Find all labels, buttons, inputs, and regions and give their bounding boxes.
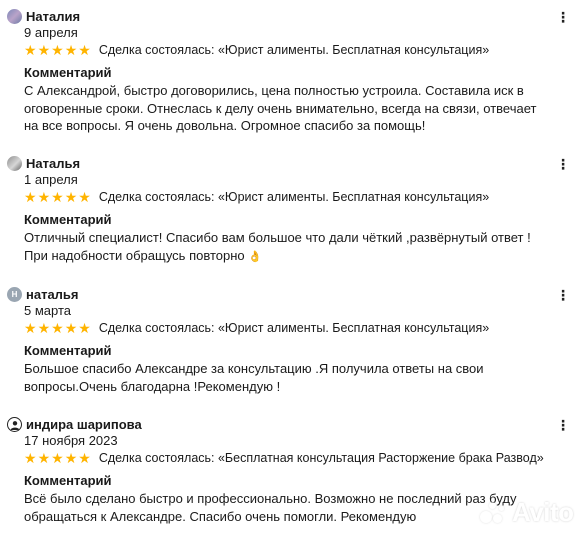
star-icon: ★ (51, 188, 64, 205)
deal-text: Сделка состоялась: «Юрист алименты. Бесп… (98, 42, 490, 57)
comment-text: С Александрой, быстро договорились, цена… (24, 83, 537, 133)
more-options-icon[interactable]: ⋮ (556, 417, 570, 433)
comment-label: Комментарий (24, 212, 112, 227)
avatar[interactable] (7, 417, 22, 432)
review-date: 5 марта (24, 303, 71, 318)
ok-hand-icon: 👌 (248, 250, 262, 263)
avatar[interactable] (7, 156, 22, 171)
more-options-icon[interactable]: ⋮ (556, 156, 570, 172)
star-icon: ★ (51, 41, 64, 58)
reviewer-name[interactable]: индира шарипова (26, 417, 142, 433)
reviewer-name[interactable]: Наталия (26, 9, 80, 25)
avito-watermark-text: Avito (512, 497, 574, 527)
comment-text: Большое спасибо Александре за консультац… (24, 361, 484, 394)
star-icon: ★ (78, 449, 91, 466)
avito-watermark: Avito (478, 497, 574, 528)
reviews-list: Наталия ⋮ 9 апреля ★ ★ ★ ★ ★ Сделка сост… (0, 0, 583, 540)
avatar[interactable] (7, 9, 22, 24)
star-icon: ★ (64, 188, 78, 205)
more-options-icon[interactable]: ⋮ (556, 287, 570, 303)
rating-stars: ★ ★ ★ ★ ★ (24, 451, 91, 465)
deal-text: Сделка состоялась: «Бесплатная консульта… (98, 450, 544, 465)
star-icon: ★ (51, 319, 64, 336)
star-icon: ★ (24, 319, 37, 336)
star-icon: ★ (37, 319, 51, 336)
deal-row: ★ ★ ★ ★ ★ Сделка состоялась: «Юрист алим… (24, 41, 489, 58)
rating-stars: ★ ★ ★ ★ ★ (24, 190, 91, 204)
star-icon: ★ (78, 188, 91, 205)
star-icon: ★ (64, 41, 78, 58)
deal-row: ★ ★ ★ ★ ★ Сделка состоялась: «Юрист алим… (24, 188, 489, 205)
avatar[interactable]: Н (7, 287, 22, 302)
star-icon: ★ (51, 449, 64, 466)
reviewer-name[interactable]: наталья (26, 287, 79, 303)
deal-row: ★ ★ ★ ★ ★ Сделка состоялась: «Юрист алим… (24, 319, 489, 336)
reviewer-name[interactable]: Наталья (26, 156, 80, 172)
review-date: 1 апреля (24, 172, 78, 187)
star-icon: ★ (24, 188, 37, 205)
star-icon: ★ (64, 449, 78, 466)
comment-text: Всё было сделано быстро и профессиональн… (24, 491, 517, 524)
star-icon: ★ (78, 319, 91, 336)
star-icon: ★ (24, 449, 37, 466)
star-icon: ★ (37, 41, 51, 58)
rating-stars: ★ ★ ★ ★ ★ (24, 43, 91, 57)
review-date: 9 апреля (24, 25, 78, 40)
star-icon: ★ (24, 41, 37, 58)
deal-text: Сделка состоялась: «Юрист алименты. Бесп… (98, 320, 490, 335)
review-date: 17 ноября 2023 (24, 433, 118, 448)
comment-label: Комментарий (24, 65, 112, 80)
star-icon: ★ (64, 319, 78, 336)
comment-text: Отличный специалист! Спасибо вам большое… (24, 229, 554, 266)
deal-row: ★ ★ ★ ★ ★ Сделка состоялась: «Бесплатная… (24, 449, 544, 466)
deal-text: Сделка состоялась: «Юрист алименты. Бесп… (98, 189, 490, 204)
comment-label: Комментарий (24, 473, 112, 488)
star-icon: ★ (37, 188, 51, 205)
more-options-icon[interactable]: ⋮ (556, 9, 570, 25)
user-icon (10, 420, 19, 430)
comment-label: Комментарий (24, 343, 112, 358)
rating-stars: ★ ★ ★ ★ ★ (24, 321, 91, 335)
star-icon: ★ (78, 41, 91, 58)
avito-logo-icon (478, 498, 508, 528)
star-icon: ★ (37, 449, 51, 466)
comment-body: Отличный специалист! Спасибо вам большое… (24, 230, 531, 263)
